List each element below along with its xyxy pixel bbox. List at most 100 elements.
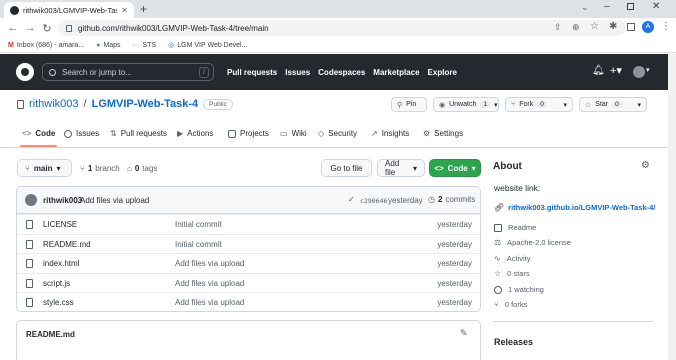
file-commit-message[interactable]: Add files via upload [175,298,244,307]
tags-link[interactable]: ⌂ 0 tags [127,164,157,173]
github-favicon-icon [10,5,19,15]
forward-icon[interactable]: → [23,21,37,35]
website-link[interactable]: 🔗︎ rithwik003.github.io/LGMVIP-Web-Task-… [494,203,655,212]
file-name[interactable]: LICENSE [43,220,77,229]
file-list: rithwik003 Add files via upload ✓ c29064… [16,186,481,312]
back-icon[interactable]: ← [6,21,20,35]
commits-link[interactable]: ◷ 2 commits [428,195,475,204]
chevron-down-icon: ▾ [563,101,567,109]
file-commit-message[interactable]: Add files via upload [175,259,244,268]
github-logo-icon[interactable] [16,63,34,81]
page-scrollbar[interactable] [668,54,676,360]
file-row[interactable]: index.html Add files via upload yesterda… [17,253,480,273]
tag-icon: ⌂ [127,164,132,173]
tab-code[interactable]: <> Code [19,129,58,147]
about-forks[interactable]: ⑂ 0 forks [494,300,527,309]
minimize-icon[interactable]: – [604,1,610,12]
file-icon [26,278,33,288]
author-avatar[interactable] [25,194,37,206]
bookmark-lgm[interactable]: ◎ LGM VIP Web Devel... [168,41,247,50]
branches-link[interactable]: ⑂ 1 branch [80,164,120,173]
create-new-plus-icon[interactable]: +▾ [610,64,622,77]
tab-projects[interactable]: Projects [228,129,269,138]
about-activity[interactable]: ∿ Activity [494,254,530,263]
tab-wiki[interactable]: ▭ Wiki [280,129,307,138]
restore-icon[interactable] [627,3,634,10]
tab-issues[interactable]: Issues [64,129,99,138]
file-commit-message[interactable]: Initial commit [175,240,222,249]
code-button[interactable]: <> Code ▾ [429,159,481,177]
user-avatar-menu[interactable] [633,66,645,78]
commit-author[interactable]: rithwik003 [43,196,82,205]
about-license[interactable]: ⚖ Apache-2.0 license [494,238,571,247]
bookmark-gmail[interactable]: M Inbox (686) - amara... [8,42,84,49]
avatar-caret-icon[interactable]: ▾ [646,66,650,74]
file-commit-message[interactable]: Add files via upload [175,279,244,288]
repo-name-link[interactable]: LGMVIP-Web-Task-4 [92,98,199,110]
file-row[interactable]: LICENSE Initial commit yesterday [17,214,480,234]
about-settings-gear-icon[interactable]: ⚙ [641,160,650,171]
nav-issues[interactable]: Issues [285,68,310,77]
about-stars[interactable]: ☆ 0 stars [494,269,530,278]
browser-tab-title: rithwik003/LGMVIP-Web-Task-4 [23,5,117,15]
star-button[interactable]: ☆ Star 0 ▾ [579,97,647,112]
new-tab-button[interactable]: + [140,2,147,16]
address-bar[interactable]: github.com/rithwik003/LGMVIP-Web-Task-4/… [58,20,626,36]
file-row[interactable]: style.css Add files via upload yesterday [17,292,480,311]
search-input[interactable]: Search or jump to... / [42,63,214,81]
file-name[interactable]: style.css [43,298,74,307]
edit-pencil-icon[interactable]: ✎ [460,328,468,339]
scale-icon: ⚖ [494,238,502,247]
tab-search-icon[interactable]: ⌄ [581,2,589,13]
about-readme[interactable]: Readme [494,223,536,232]
bookmark-maps[interactable]: ● Maps [96,42,120,49]
pin-icon: ⚲ [397,101,403,109]
share-icon[interactable]: ⇪ [554,22,562,33]
profile-avatar[interactable]: A [642,21,654,33]
about-watching[interactable]: 1 watching [494,285,544,294]
tab-security[interactable]: ◇ Security [318,129,357,138]
close-tab-icon[interactable]: ✕ [121,6,128,15]
nav-codespaces[interactable]: Codespaces [318,68,365,77]
zoom-icon[interactable]: ⊕ [572,22,580,33]
commit-message[interactable]: Add files via upload [80,196,149,205]
nav-pull-requests[interactable]: Pull requests [227,68,277,77]
bookmark-star-icon[interactable]: ☆ [590,21,599,32]
file-name[interactable]: script.js [43,279,70,288]
releases-heading[interactable]: Releases [494,337,533,347]
file-age: yesterday [437,220,472,229]
file-row[interactable]: script.js Add files via upload yesterday [17,272,480,293]
repo-owner-link[interactable]: rithwik003 [29,98,79,110]
chevron-down-icon: ▾ [471,163,476,173]
sidebar-divider [493,321,653,322]
pin-button[interactable]: ⚲ Pin [391,97,427,112]
fork-button[interactable]: ⑂ Fork 0 ▾ [505,97,573,112]
go-to-file-button[interactable]: Go to file [321,159,372,177]
history-icon: ◷ [428,195,435,204]
tab-pull-requests[interactable]: ⇅ Pull requests [110,129,167,138]
fork-icon: ⑂ [494,300,499,309]
extensions-icon[interactable]: ✱ [609,21,617,32]
sidebar-icon[interactable] [627,23,635,31]
nav-marketplace[interactable]: Marketplace [373,68,419,77]
browser-tab[interactable]: rithwik003/LGMVIP-Web-Task-4 ✕ [4,2,134,18]
reload-icon[interactable]: ↻ [40,21,54,35]
file-name[interactable]: index.html [43,259,79,268]
tab-actions[interactable]: ▶ Actions [177,129,213,138]
branch-selector[interactable]: ⑂ main ▾ [17,159,72,177]
file-name[interactable]: README.md [43,240,91,249]
browser-menu-icon[interactable]: ⋮ [661,21,671,32]
tab-insights[interactable]: ↗ Insights [371,129,409,138]
unwatch-button[interactable]: ◉ Unwatch 1 ▾ [433,97,499,112]
file-commit-message[interactable]: Initial commit [175,220,222,229]
nav-explore[interactable]: Explore [428,68,457,77]
close-window-icon[interactable]: ✕ [652,1,660,12]
commit-hash[interactable]: c290646 [360,197,387,205]
tab-settings[interactable]: ⚙ Settings [423,129,463,138]
search-icon [49,68,56,76]
bookmark-sts[interactable]: ⋯ STS [133,41,157,50]
file-row[interactable]: README.md Initial commit yesterday [17,233,480,254]
add-file-button[interactable]: Add file ▾ [377,159,425,177]
notifications-bell-icon[interactable]: 🔔︎ [592,65,605,76]
wiki-book-icon: ▭ [280,129,288,138]
